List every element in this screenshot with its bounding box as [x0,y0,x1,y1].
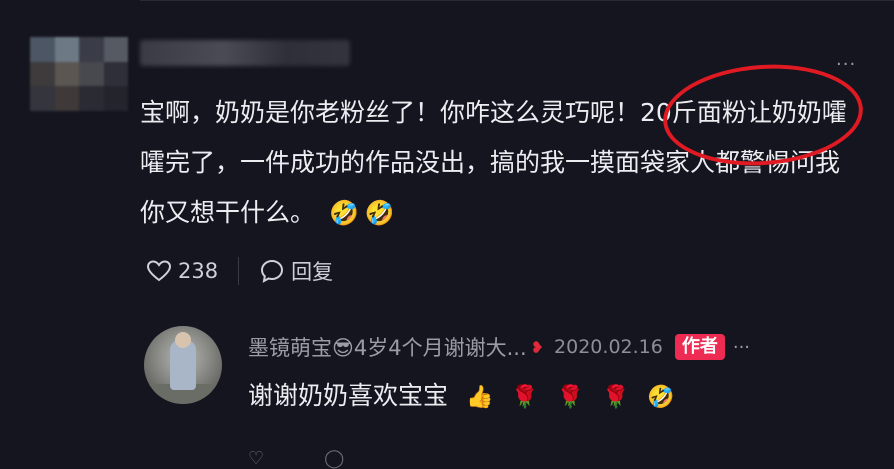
commenter-name-blurred[interactable] [140,40,350,66]
top-divider [140,0,894,1]
author-badge: 作者 [674,334,725,360]
like-count: 238 [178,259,219,283]
laughing-emoji: 🤣 [647,385,675,410]
like-button[interactable]: 238 [146,259,218,283]
reply-date: 2020.02.16 [554,336,663,358]
reply-label: 回复 [291,260,334,284]
reply-text: 谢谢奶奶喜欢宝宝 [248,381,449,410]
rose-emoji: 🌹 [602,385,630,410]
next-actions-cutoff: ♡ ◯ [248,448,344,469]
heart-icon [146,260,172,282]
laughing-emoji: 🤣 [364,199,395,227]
reply-username[interactable]: 墨镜萌宝😎4岁4个月谢谢大... [248,332,527,362]
action-divider [238,257,240,285]
rose-emoji: 🌹 [511,385,539,410]
laughing-emoji: 🤣 [328,199,359,227]
reply-header: 墨镜萌宝😎4岁4个月谢谢大... ❥ 2020.02.16 作者 ··· [248,332,750,362]
reply-button[interactable]: 回复 [259,256,333,286]
reply-avatar[interactable] [144,326,222,404]
reply-body: 谢谢奶奶喜欢宝宝 👍 🌹 🌹 🌹 🤣 [248,376,675,412]
comment-actions: 238 回复 [146,256,333,286]
more-dots-icon[interactable]: ··· [733,337,750,358]
speech-bubble-icon [261,259,284,283]
speech-bubble-icon: ◯ [324,448,345,469]
heart-fragment-icon: ❥ [530,337,545,357]
more-dots-icon[interactable]: ··· [836,54,856,75]
rose-emoji: 🌹 [556,385,585,410]
heart-icon: ♡ [248,448,265,469]
thumbs-up-emoji: 👍 [465,385,494,410]
avatar-head [175,332,191,348]
commenter-avatar-blurred[interactable] [30,37,128,111]
